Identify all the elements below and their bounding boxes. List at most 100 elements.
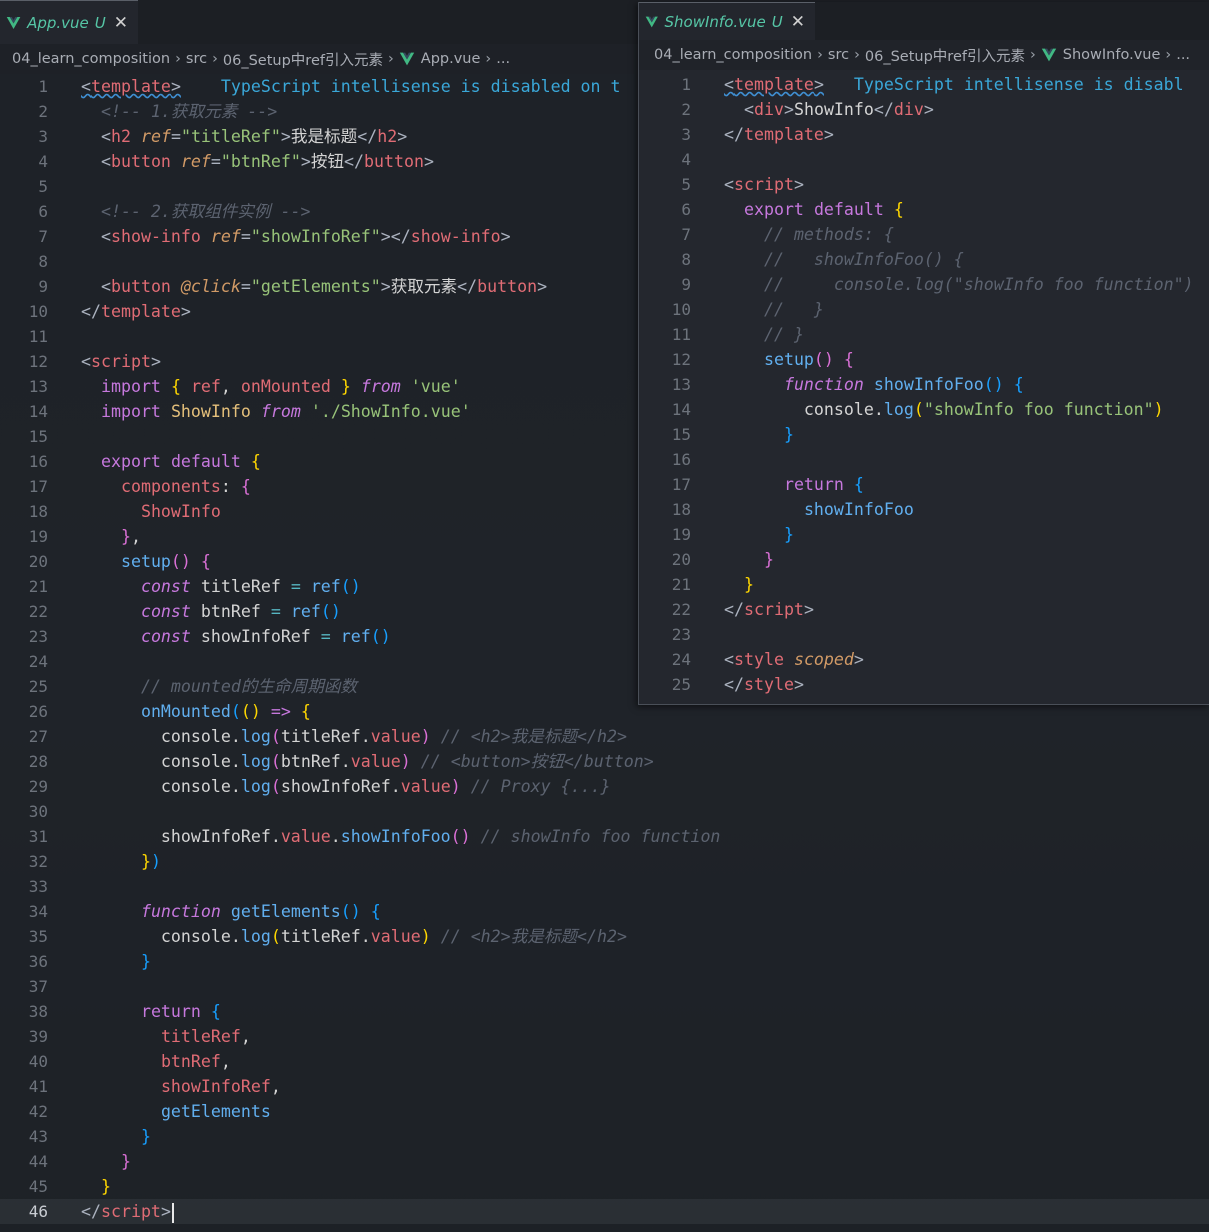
- code-area[interactable]: 1 <template> TypeScript intellisense is d…: [639, 72, 1209, 697]
- code-line[interactable]: 33: [0, 874, 1209, 899]
- line-number: 17: [28, 477, 48, 496]
- code-line[interactable]: 12 setup() {: [639, 347, 1209, 372]
- code-line[interactable]: 16: [639, 447, 1209, 472]
- code-line[interactable]: 44 }: [0, 1149, 1209, 1174]
- breadcrumb-item[interactable]: 06_Setup中ref引入元素: [865, 45, 1025, 66]
- code-line[interactable]: 11 // }: [639, 322, 1209, 347]
- breadcrumb-item[interactable]: src: [186, 51, 207, 67]
- code-line[interactable]: 30: [0, 799, 1209, 824]
- code-line[interactable]: 36 }: [0, 949, 1209, 974]
- code-line[interactable]: 14 console.log("showInfo foo function"): [639, 397, 1209, 422]
- line-number: 26: [28, 702, 48, 721]
- line-number: 2: [38, 102, 48, 121]
- code-line[interactable]: 34 function getElements() {: [0, 899, 1209, 924]
- code-line[interactable]: 6 export default {: [639, 197, 1209, 222]
- code-line[interactable]: 35 console.log(titleRef.value) // <h2>我是…: [0, 924, 1209, 949]
- code-line[interactable]: 25 </style>: [639, 672, 1209, 697]
- code-line[interactable]: 10 // }: [639, 297, 1209, 322]
- close-icon[interactable]: ✕: [791, 12, 805, 32]
- code-line[interactable]: 38 return {: [0, 999, 1209, 1024]
- code-line[interactable]: 22 </script>: [639, 597, 1209, 622]
- vue-icon: [645, 16, 658, 27]
- line-number: 9: [681, 275, 691, 294]
- breadcrumb: 04_learn_composition › src › 06_Setup中ref引…: [639, 40, 1209, 70]
- line-text: }: [100, 1177, 111, 1196]
- line-text: setup() {: [120, 552, 211, 571]
- text-cursor: [171, 1202, 174, 1223]
- code-line[interactable]: 40 btnRef,: [0, 1049, 1209, 1074]
- line-number: 8: [681, 250, 691, 269]
- tab-app-vue[interactable]: App.vue U ✕: [0, 0, 138, 44]
- line-text: export default {: [100, 452, 261, 471]
- line-text: setup() {: [763, 350, 854, 369]
- breadcrumb-item[interactable]: 04_learn_composition: [12, 51, 170, 67]
- code-line[interactable]: 27 console.log(titleRef.value) // <h2>我是…: [0, 724, 1209, 749]
- breadcrumb-item[interactable]: ...: [1176, 47, 1190, 63]
- code-line[interactable]: 18 showInfoFoo: [639, 497, 1209, 522]
- line-text: </template>: [81, 302, 191, 321]
- code-line[interactable]: 28 console.log(btnRef.value) // <button>…: [0, 749, 1209, 774]
- close-icon[interactable]: ✕: [114, 13, 128, 33]
- line-number: 21: [671, 575, 691, 594]
- code-line[interactable]: 45 }: [0, 1174, 1209, 1199]
- breadcrumb-item[interactable]: ...: [496, 51, 510, 67]
- breadcrumb-item[interactable]: ShowInfo.vue: [1063, 47, 1161, 63]
- code-line[interactable]: 5 <script>: [639, 172, 1209, 197]
- line-number: 5: [38, 177, 48, 196]
- line-text: <script>: [81, 352, 161, 371]
- line-number: 15: [671, 425, 691, 444]
- line-number: 3: [38, 127, 48, 146]
- line-number: 24: [671, 650, 691, 669]
- code-line[interactable]: 9 // console.log("showInfo foo function"…: [639, 272, 1209, 297]
- intellisense-hint: TypeScript intellisense is disabled on t: [220, 77, 621, 96]
- line-text: [48, 799, 81, 824]
- line-number: 24: [28, 652, 48, 671]
- code-line[interactable]: 13 function showInfoFoo() {: [639, 372, 1209, 397]
- code-line[interactable]: 2 <div>ShowInfo</div>: [639, 97, 1209, 122]
- code-line[interactable]: 1 <template> TypeScript intellisense is d…: [639, 72, 1209, 97]
- line-text: // console.log("showInfo foo function"): [763, 275, 1194, 294]
- code-line[interactable]: 15 }: [639, 422, 1209, 447]
- line-text: }): [140, 852, 161, 871]
- line-number: 12: [671, 350, 691, 369]
- line-text: const titleRef = ref(): [140, 577, 361, 596]
- breadcrumb-item[interactable]: 04_learn_composition: [654, 47, 812, 63]
- code-line[interactable]: 21 }: [639, 572, 1209, 597]
- code-line[interactable]: 19 }: [639, 522, 1209, 547]
- code-line[interactable]: 42 getElements: [0, 1099, 1209, 1124]
- line-text: }: [140, 952, 151, 971]
- breadcrumb-item[interactable]: src: [828, 47, 849, 63]
- code-line[interactable]: 20 }: [639, 547, 1209, 572]
- chevron-right-icon: ›: [1165, 47, 1172, 63]
- code-line[interactable]: 3 </template>: [639, 122, 1209, 147]
- code-line[interactable]: 32 }): [0, 849, 1209, 874]
- line-text: const showInfoRef = ref(): [140, 627, 391, 646]
- code-line[interactable]: 24 <style scoped>: [639, 647, 1209, 672]
- line-number: 27: [28, 727, 48, 746]
- line-text: console.log(titleRef.value) // <h2>我是标题<…: [81, 727, 627, 746]
- line-number: 40: [28, 1052, 48, 1071]
- line-text: // showInfoFoo() {: [763, 250, 964, 269]
- code-line[interactable]: 29 console.log(showInfoRef.value) // Pro…: [0, 774, 1209, 799]
- line-text: // mounted的生命周期函数: [140, 677, 358, 696]
- line-text: import ShowInfo from './ShowInfo.vue': [100, 402, 471, 421]
- code-line[interactable]: 8 // showInfoFoo() {: [639, 247, 1209, 272]
- code-line[interactable]: 17 return {: [639, 472, 1209, 497]
- code-line[interactable]: 7 // methods: {: [639, 222, 1209, 247]
- code-line[interactable]: 43 }: [0, 1124, 1209, 1149]
- code-line[interactable]: 39 titleRef,: [0, 1024, 1209, 1049]
- line-number: 36: [28, 952, 48, 971]
- line-text: ShowInfo: [140, 502, 221, 521]
- code-line[interactable]: 31 showInfoRef.value.showInfoFoo() // sh…: [0, 824, 1209, 849]
- line-number: 7: [38, 227, 48, 246]
- code-line[interactable]: 37: [0, 974, 1209, 999]
- code-line-active[interactable]: 46 </script>: [0, 1199, 1209, 1224]
- breadcrumb-item[interactable]: App.vue: [421, 51, 481, 67]
- editor-showinfo-vue[interactable]: ShowInfo.vue U ✕ 04_learn_composition › s…: [638, 2, 1209, 705]
- code-line[interactable]: 41 showInfoRef,: [0, 1074, 1209, 1099]
- tab-showinfo-vue[interactable]: ShowInfo.vue U ✕: [639, 2, 815, 40]
- line-text: <script>: [724, 175, 804, 194]
- code-line[interactable]: 23: [639, 622, 1209, 647]
- code-line[interactable]: 4: [639, 147, 1209, 172]
- breadcrumb-item[interactable]: 06_Setup中ref引入元素: [223, 49, 383, 70]
